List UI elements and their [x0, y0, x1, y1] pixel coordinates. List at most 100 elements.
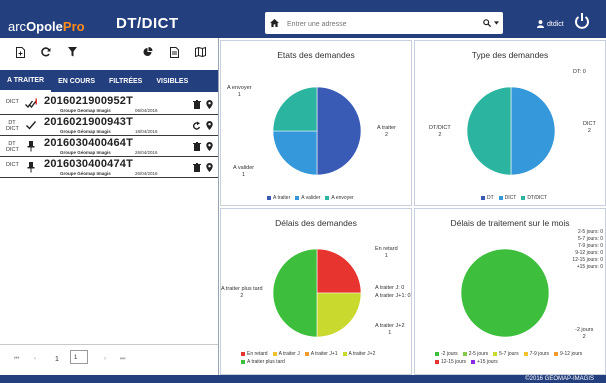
- legend-item[interactable]: DT: [481, 195, 494, 201]
- legend-type: DT DICT DT/DICT: [481, 195, 547, 201]
- legend-swatch: [435, 352, 439, 356]
- legend-item[interactable]: -2 jours: [435, 351, 458, 357]
- panel-etats: Etats des demandes A envoyer 1 A traiter 2…: [220, 40, 412, 206]
- label-a-valider-text: A valider: [233, 165, 255, 171]
- home-icon: [269, 19, 279, 27]
- sidebar-toolbar: [0, 38, 218, 64]
- legend-label: A envoyer: [331, 195, 354, 201]
- new-request-button[interactable]: [14, 46, 26, 58]
- search-button[interactable]: [483, 12, 499, 34]
- pie-slice-a-traiter-j-2[interactable]: [316, 292, 362, 338]
- filter-button[interactable]: [66, 46, 78, 58]
- logo-part-opole: Opole: [26, 19, 63, 34]
- delete-icon[interactable]: [193, 163, 201, 172]
- first-page-button[interactable]: ⏮: [14, 356, 19, 363]
- location-pin-icon[interactable]: [206, 163, 213, 172]
- legend-item[interactable]: A traiter J+1: [304, 351, 338, 357]
- legend-swatch: [342, 352, 347, 356]
- report-icon: [169, 46, 179, 58]
- legend-item[interactable]: A traiter J: [272, 351, 300, 357]
- legend-label: A traiter plus tard: [247, 359, 285, 365]
- legend-label: A traiter J: [278, 351, 300, 357]
- label-en-retard-value: 1: [384, 253, 388, 259]
- request-type: DT DICT: [6, 120, 19, 132]
- legend-item[interactable]: A envoyer: [325, 195, 354, 201]
- current-page[interactable]: 1: [55, 356, 59, 363]
- legend-swatch: [435, 360, 439, 364]
- pie-slice-en-retard[interactable]: [316, 248, 362, 294]
- request-row[interactable]: DT DICT 2016021900943T Groupe Géomap Imag…: [0, 115, 218, 136]
- legend-item[interactable]: A traiter: [267, 195, 290, 201]
- delete-icon[interactable]: [193, 100, 201, 109]
- pie-slice-a-traiter-plus-tard[interactable]: [272, 248, 318, 338]
- tab-filtrees[interactable]: FILTRÉES: [102, 70, 149, 92]
- requests-sidebar: A TRAITER EN COURS FILTRÉES VISIBLES DIC…: [0, 38, 219, 375]
- last-page-button[interactable]: ⏭: [120, 356, 125, 363]
- zero-value-item: 12-15 jours: 0: [572, 257, 603, 263]
- logout-button[interactable]: [574, 12, 590, 30]
- request-number: 2016021900943T: [44, 116, 134, 128]
- address-search-input[interactable]: [285, 14, 459, 34]
- legend-traitement: -2 jours 2-5 jours 5-7 jours 7-9 jours 9…: [435, 351, 606, 365]
- request-list: DICT 2016021900952T Groupe Geomap Imagis…: [0, 94, 218, 178]
- legend-item[interactable]: DT/DICT: [521, 195, 547, 201]
- legend-label: 2-5 jours: [468, 351, 489, 357]
- request-row[interactable]: DICT 2016030400474T Groupe Géomap Imagis…: [0, 157, 218, 178]
- report-button[interactable]: [168, 46, 180, 58]
- legend-item[interactable]: +15 jours: [471, 359, 498, 365]
- pie-slice-a-traiter[interactable]: [316, 86, 362, 176]
- app-logo[interactable]: arcOpolePro: [8, 19, 85, 34]
- tab-a-traiter[interactable]: A TRAITER: [0, 70, 52, 92]
- undo-icon[interactable]: [193, 121, 201, 130]
- legend-swatch: [241, 360, 245, 364]
- delete-icon[interactable]: [193, 142, 201, 151]
- label-j1: A traiter J+1: 0: [375, 293, 411, 299]
- legend-item[interactable]: 2-5 jours: [462, 351, 489, 357]
- label-a-valider-value: 1: [242, 172, 246, 178]
- statistics-button[interactable]: [142, 46, 154, 58]
- pie-slice-a-envoyer[interactable]: [272, 86, 318, 132]
- request-date: 26/04/2016: [135, 150, 158, 155]
- legend-item[interactable]: 5-7 jours: [493, 351, 519, 357]
- pie-slice-2-jours[interactable]: [460, 248, 550, 338]
- legend-item[interactable]: A traiter J+2: [342, 351, 375, 357]
- location-pin-icon[interactable]: [206, 121, 213, 130]
- previous-page-button[interactable]: ‹: [34, 356, 36, 362]
- logo-part-pro: Pro: [62, 19, 85, 34]
- next-page-button[interactable]: ›: [104, 356, 106, 362]
- label-lt2: -2 jours 2: [575, 327, 593, 341]
- pie-slice-a-valider[interactable]: [272, 130, 318, 176]
- page-number-input[interactable]: 1: [70, 350, 88, 364]
- tab-en-cours[interactable]: EN COURS: [51, 70, 102, 92]
- request-row[interactable]: DICT 2016021900952T Groupe Geomap Imagis…: [0, 94, 218, 115]
- legend-item[interactable]: 7-9 jours: [523, 351, 549, 357]
- label-a-traiter: A traiter 2: [377, 125, 396, 139]
- location-pin-icon[interactable]: [206, 142, 213, 151]
- legend-label: -2 jours: [441, 351, 458, 357]
- legend-item[interactable]: 9-12 jours: [554, 351, 582, 357]
- pie-slice-dt-dict[interactable]: [466, 86, 512, 176]
- request-type-line2: DICT: [6, 126, 19, 132]
- user-icon: [537, 20, 544, 28]
- legend-swatch: [521, 196, 526, 200]
- legend-item[interactable]: En retard: [241, 351, 268, 357]
- label-a-valider: A valider 1: [233, 165, 254, 179]
- home-button[interactable]: [265, 12, 283, 34]
- label-dt: DT: 0: [573, 69, 586, 75]
- refresh-button[interactable]: [40, 46, 52, 58]
- request-date: 18/04/2016: [135, 129, 158, 134]
- tab-visibles[interactable]: VISIBLES: [149, 70, 195, 92]
- legend-item[interactable]: A valider: [295, 195, 320, 201]
- user-menu[interactable]: dtdict: [537, 20, 564, 28]
- legend-item[interactable]: 12-15 jours: [435, 359, 466, 365]
- pie-slice-dict[interactable]: [510, 86, 556, 176]
- legend-swatch: [462, 352, 467, 356]
- label-lt2-text: -2 jours: [575, 327, 594, 333]
- legend-item[interactable]: A traiter plus tard: [241, 359, 285, 365]
- location-pin-icon[interactable]: [206, 100, 213, 109]
- legend-item[interactable]: DICT: [498, 195, 516, 201]
- legend-swatch: [523, 352, 528, 356]
- request-row[interactable]: DT DICT 2016030400464T Groupe Géomap Imag…: [0, 136, 218, 157]
- map-button[interactable]: [194, 46, 206, 58]
- request-number: 2016030400474T: [44, 158, 134, 170]
